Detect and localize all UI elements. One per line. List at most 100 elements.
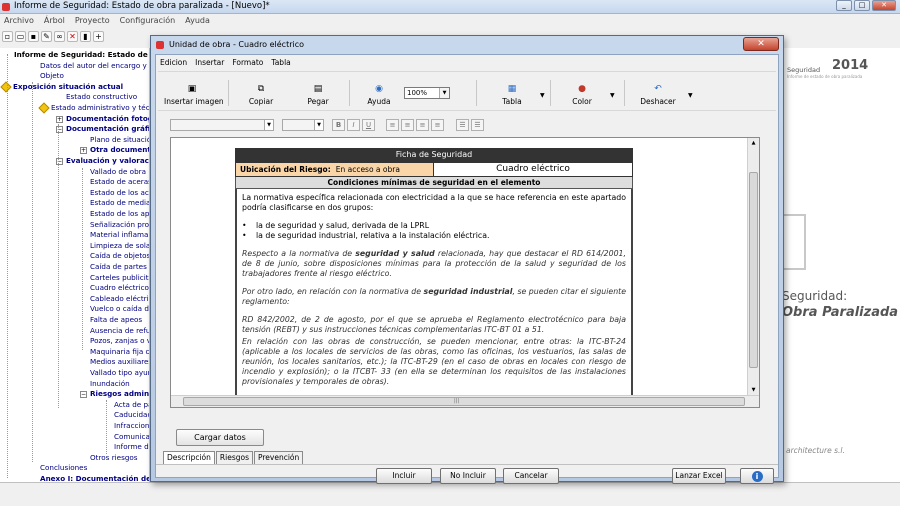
tree-item[interactable]: Estado constructivo [66,92,137,102]
tree-item[interactable]: Objeto [40,71,64,81]
tree-item[interactable]: Cableado eléctrico [90,294,149,304]
tab-riesgos[interactable]: Riesgos [215,451,253,464]
expand-toggle-icon[interactable]: + [80,147,87,155]
close-icon[interactable]: ✕ [872,0,896,11]
italic-button[interactable]: I [347,119,360,131]
tree-item[interactable]: Señalización provis [90,220,149,230]
tree-item[interactable]: Conclusiones [40,463,87,473]
tree-item[interactable]: Plano de situación [90,135,149,145]
tree-item[interactable]: Documentación fotogr [66,114,149,124]
tree-item[interactable]: Otra documenta [90,145,149,155]
numbered-list-icon[interactable]: ☰ [456,119,469,131]
tree-item[interactable]: Otros riesgos [90,453,138,463]
tree-item[interactable]: Estado de los acce [90,188,149,198]
new-file-icon[interactable]: ▫ [2,31,13,42]
tree-item[interactable]: Riesgos administ [90,389,149,399]
color-button[interactable]: ● Color [568,84,596,106]
tree-item[interactable]: Estado de mediane [90,198,149,208]
menu-archivo[interactable]: Archivo [4,14,34,28]
tree-item[interactable]: Datos del autor del encargo y propi [40,61,149,71]
ayuda-button[interactable]: ◉ Ayuda [364,84,394,106]
align-justify-icon[interactable]: ≡ [431,119,444,131]
open-folder-icon[interactable]: ▭ [15,31,26,42]
project-tree[interactable]: Informe de Seguridad: Estado de ob Datos … [0,48,150,482]
delete-icon[interactable]: ✕ [67,31,78,42]
tree-item[interactable]: Acta de pa [114,400,149,410]
font-family-select[interactable]: ▼ [170,119,274,131]
scroll-down-icon[interactable]: ▼ [748,385,759,395]
tree-item[interactable]: Vuelco o caída de [90,304,149,314]
expand-toggle-icon[interactable]: − [80,391,87,399]
rich-text-editor[interactable]: Ficha de Seguridad Ubicación del Riesgo:… [170,137,760,408]
align-center-icon[interactable]: ≡ [401,119,414,131]
tree-item[interactable]: Estado de aceras [90,177,149,187]
dialog-close-button[interactable]: ✕ [743,37,779,51]
menu-proyecto[interactable]: Proyecto [75,14,110,28]
tree-item[interactable]: Caída de partes inc [90,262,149,272]
zoom-select[interactable]: 100% ▼ [404,87,450,99]
cancelar-button[interactable]: Cancelar [503,468,559,484]
scroll-thumb[interactable] [749,172,758,368]
color-dropdown-icon[interactable]: ▼ [610,92,615,99]
save-icon[interactable]: ▪ [28,31,39,42]
insertar-imagen-button[interactable]: ▣ Insertar imagen [164,84,224,106]
tree-item[interactable]: Estado de los apeo [90,209,149,219]
tree-item[interactable]: Evaluación y valoración [66,156,149,166]
edit-icon[interactable]: ✎ [41,31,52,42]
copiar-button[interactable]: ⧉ Copiar [244,84,278,106]
add-icon[interactable]: + [93,31,104,42]
menu-insertar[interactable]: Insertar [195,56,224,69]
tree-item[interactable]: Pozos, zanjas o vac [90,336,149,346]
tree-item[interactable]: Ausencia de refuer [90,326,149,336]
tabla-dropdown-icon[interactable]: ▼ [540,92,545,99]
menu-edicion[interactable]: Edicion [160,56,187,69]
menu-formato[interactable]: Formato [232,56,263,69]
tree-item[interactable]: Informe de Seguridad: Estado de ob [14,50,149,60]
lanzar-excel-button[interactable]: Lanzar Excel [672,468,726,484]
tree-item[interactable]: Vallado de obra [90,167,146,177]
underline-button[interactable]: U [362,119,375,131]
tree-item[interactable]: Anexo I: Documentación de ob [40,474,149,482]
tree-item[interactable]: Medios auxiliares c [90,357,149,367]
deshacer-dropdown-icon[interactable]: ▼ [688,92,693,99]
tree-item[interactable]: Caducidad [114,410,149,420]
tree-item[interactable]: Exposición situación actual [0,81,123,93]
minimize-icon[interactable]: _ [836,0,852,11]
dialog-title-bar[interactable]: Unidad de obra - Cuadro eléctrico ✕ [151,36,783,54]
deshacer-button[interactable]: ↶ Deshacer [638,84,678,106]
tree-item[interactable]: Vallado tipo ayunta [90,368,149,378]
tree-item[interactable]: Carteles publicitario [90,273,149,283]
tree-item[interactable]: Estado administrativo y téc [38,102,149,114]
tree-item[interactable]: Material inflamable [90,230,149,240]
scroll-up-icon[interactable]: ▲ [748,138,759,148]
editor-vertical-scrollbar[interactable]: ▲ ▼ [747,138,759,395]
tabla-button[interactable]: ▦ Tabla [498,84,526,106]
tree-item[interactable]: Cuadro eléctrico [90,283,149,293]
tab-descripcion[interactable]: Descripción [163,451,215,464]
trash-icon[interactable]: ▮ [80,31,91,42]
bold-button[interactable]: B [332,119,345,131]
tree-item[interactable]: Falta de apeos [90,315,142,325]
tree-item[interactable]: Caída de objetos (F [90,251,149,261]
tree-item[interactable]: Documentación gráfica [66,124,149,134]
expand-toggle-icon[interactable]: + [56,115,63,123]
tree-item[interactable]: Informe del [114,442,149,452]
editor-horizontal-scrollbar[interactable]: ||| [171,395,759,407]
menu-configuracion[interactable]: Configuración [120,14,176,28]
font-size-select[interactable]: ▼ [282,119,324,131]
tree-item[interactable]: Comunicac [114,432,149,442]
align-right-icon[interactable]: ≡ [416,119,429,131]
tab-prevencion[interactable]: Prevención [253,451,304,464]
tree-item[interactable]: Infraccion [114,421,149,431]
help-button[interactable]: i [740,468,774,484]
align-left-icon[interactable]: ≡ [386,119,399,131]
incluir-button[interactable]: Incluir [376,468,432,484]
cargar-datos-button[interactable]: Cargar datos [176,429,264,446]
pegar-button[interactable]: ▤ Pegar [302,84,334,106]
maximize-icon[interactable]: □ [854,0,870,11]
menu-arbol[interactable]: Árbol [44,14,65,28]
menu-ayuda[interactable]: Ayuda [185,14,210,28]
tree-item[interactable]: Inundación [90,379,130,389]
tree-item[interactable]: Maquinaria fija con [90,347,149,357]
scroll-thumb[interactable]: ||| [183,397,745,406]
